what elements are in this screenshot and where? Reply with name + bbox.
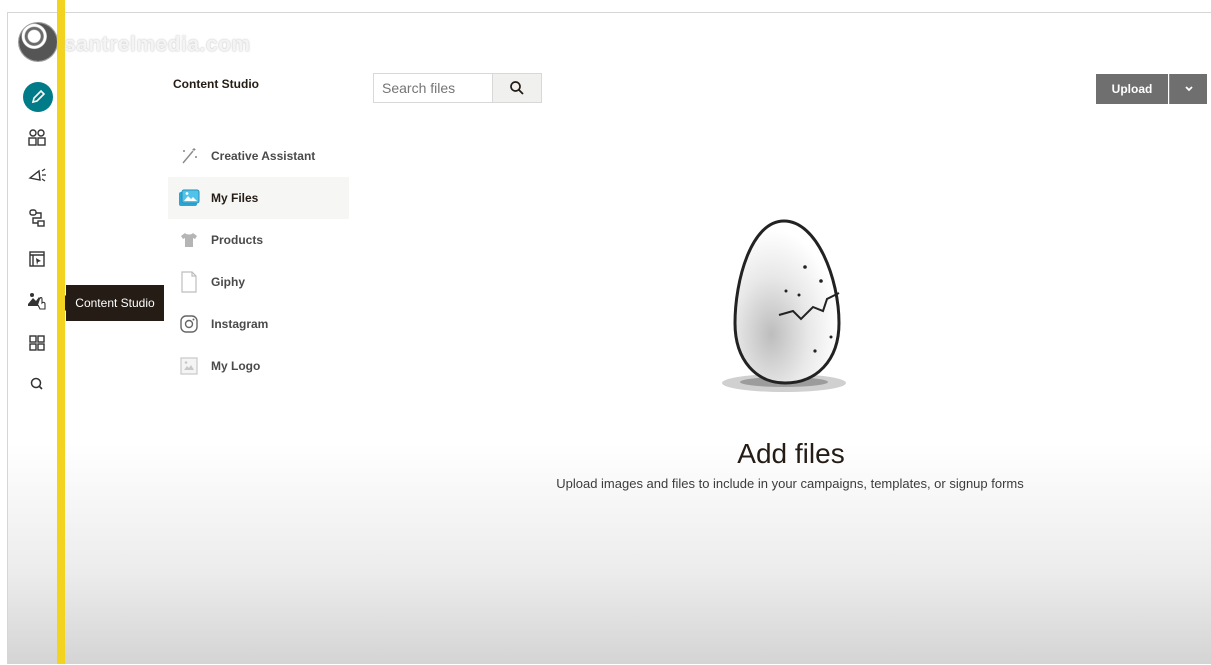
egg-illustration bbox=[722, 219, 846, 392]
sidebar-item-instagram[interactable]: Instagram bbox=[168, 303, 349, 345]
integrations-icon[interactable] bbox=[25, 331, 49, 355]
magnifier-icon bbox=[510, 81, 524, 95]
sidebar-item-label: My Files bbox=[211, 191, 259, 205]
empty-state-subtitle: Upload images and files to include in yo… bbox=[556, 476, 1024, 491]
sidebar-item-label: Products bbox=[211, 233, 264, 247]
chevron-down-icon bbox=[1184, 86, 1193, 92]
automations-icon[interactable] bbox=[25, 206, 49, 230]
app-frame: Content Studio Content Studio Creative A… bbox=[7, 12, 1211, 664]
highlight-bar bbox=[57, 0, 65, 664]
website-icon[interactable] bbox=[25, 247, 49, 271]
logo-image-icon bbox=[178, 355, 200, 377]
sidebar-item-creative-assistant[interactable]: Creative Assistant bbox=[168, 135, 349, 177]
sidebar-title: Content Studio bbox=[173, 77, 259, 91]
empty-state-title: Add files bbox=[737, 438, 845, 469]
content-studio-tooltip: Content Studio bbox=[58, 285, 164, 321]
sidebar-item-my-files[interactable]: My Files bbox=[168, 177, 349, 219]
document-icon bbox=[178, 271, 200, 293]
audience-icon[interactable] bbox=[25, 126, 49, 150]
sidebar-item-label: My Logo bbox=[211, 359, 261, 373]
search-input[interactable] bbox=[373, 73, 493, 103]
upload-button[interactable]: Upload bbox=[1096, 74, 1168, 104]
tshirt-icon bbox=[178, 229, 200, 251]
left-rail bbox=[8, 13, 63, 665]
sidebar-item-my-logo[interactable]: My Logo bbox=[168, 345, 349, 387]
sidebar-item-products[interactable]: Products bbox=[168, 219, 349, 261]
search-button[interactable] bbox=[492, 73, 542, 103]
instagram-icon bbox=[178, 313, 200, 335]
photos-icon bbox=[178, 187, 200, 209]
tooltip-text: Content Studio bbox=[75, 296, 155, 310]
sidebar-item-label: Creative Assistant bbox=[211, 149, 316, 163]
content-studio-icon[interactable] bbox=[25, 289, 49, 313]
sidebar-item-label: Instagram bbox=[211, 317, 269, 331]
upload-label: Upload bbox=[1111, 82, 1153, 96]
watermark-text: santrelmedia.com bbox=[64, 33, 251, 56]
create-icon[interactable] bbox=[23, 82, 53, 112]
search-icon[interactable] bbox=[25, 372, 49, 396]
magic-wand-icon bbox=[178, 145, 200, 167]
mailchimp-logo[interactable] bbox=[19, 23, 57, 61]
campaigns-icon[interactable] bbox=[25, 164, 49, 188]
upload-options-button[interactable] bbox=[1169, 74, 1207, 104]
sidebar-item-giphy[interactable]: Giphy bbox=[168, 261, 349, 303]
sidebar-item-label: Giphy bbox=[211, 275, 246, 289]
